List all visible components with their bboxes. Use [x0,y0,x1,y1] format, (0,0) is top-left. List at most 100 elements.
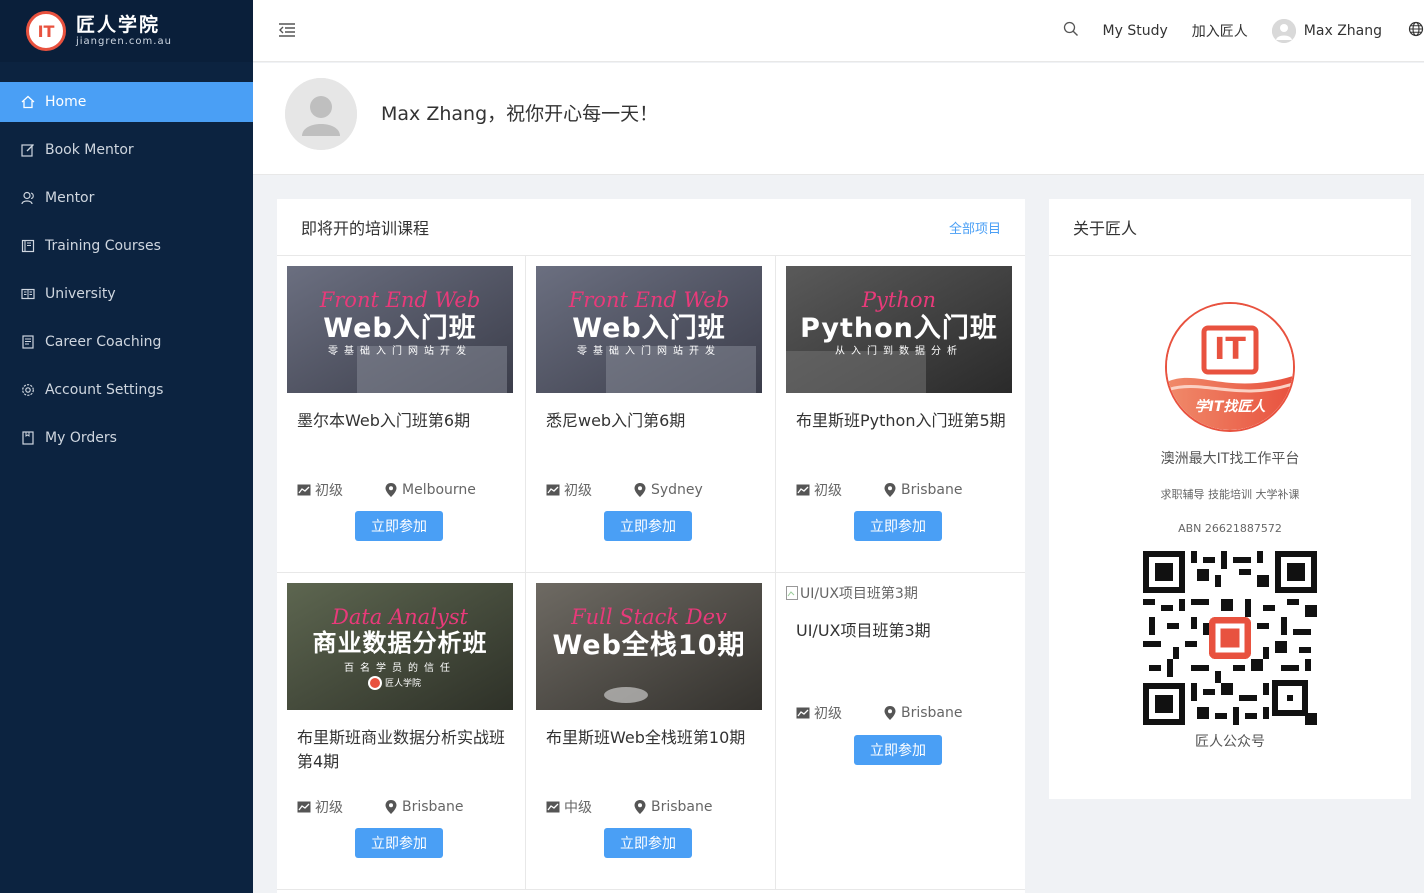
location-pin-icon [884,483,896,497]
thumb-main: Python入门班 [800,313,998,344]
sidebar-item-mentor[interactable]: Mentor [0,178,253,218]
course-location: Melbourne [385,480,476,500]
course-thumbnail[interactable]: Python Python入门班 从入门到数据分析 [786,266,1012,393]
join-course-button[interactable]: 立即参加 [854,511,942,541]
globe-icon[interactable] [1408,21,1424,41]
panel-title: 关于匠人 [1073,219,1138,238]
brand-logo-mark: IT [1214,332,1246,367]
panel-title: 即将开的培训课程 [301,219,430,238]
chart-icon [297,484,311,496]
about-body: IT 学IT找匠人 澳洲最大IT找工作平台 求职辅导 技能培训 大学补课 ABN… [1049,302,1411,751]
logo-name-cn: 匠人学院 [76,14,161,36]
sidebar-item-label: Book Mentor [45,142,134,158]
course-meta: 初级 Brisbane [796,480,963,500]
menu-fold-icon[interactable] [277,20,297,40]
document-icon [21,335,35,349]
join-course-button[interactable]: 立即参加 [604,511,692,541]
location-text: Brisbane [901,482,963,498]
sidebar-item-label: Account Settings [45,382,164,398]
sidebar-item-career-coaching[interactable]: Career Coaching [0,322,253,362]
join-course-button[interactable]: 立即参加 [604,828,692,858]
home-icon [21,95,35,109]
course-card: Front End Web Web入门班 零基础入门网站开发 墨尔本Web入门班… [277,256,526,573]
sidebar-item-university[interactable]: University [0,274,253,314]
join-course-button[interactable]: 立即参加 [355,511,443,541]
search-icon[interactable] [1063,21,1079,41]
user-name: Max Zhang [1303,23,1382,39]
course-level: 初级 [796,703,884,723]
all-courses-link[interactable]: 全部项目 [949,218,1001,237]
broken-image-icon [786,586,798,600]
course-meta: 初级 Melbourne [297,480,476,500]
user-menu[interactable]: Max Zhang [1271,19,1382,43]
brand-logo: IT 学IT找匠人 [1165,302,1295,432]
course-card: Python Python入门班 从入门到数据分析 布里斯班Python入门班第… [776,256,1025,573]
about-panel: 关于匠人 IT 学IT找匠人 澳洲最大IT找工作平台 求职辅导 技能培训 大学补… [1049,199,1411,799]
avatar [1271,19,1296,43]
course-title[interactable]: 布里斯班商业数据分析实战班第4期 [287,726,515,798]
clipboard-icon [21,431,35,445]
logo-mark-text: IT [37,21,55,41]
thumb-sub: 百名学员的信任 [344,663,456,674]
brand-logo-slogan: 学IT找匠人 [1194,399,1266,415]
chart-icon [546,801,560,813]
thumb-sub: 零基础入门网站开发 [328,346,472,357]
join-link[interactable]: 加入匠人 [1192,21,1248,41]
course-thumbnail[interactable]: Front End Web Web入门班 零基础入门网站开发 [287,266,513,393]
course-thumbnail[interactable]: UI/UX项目班第3期 [786,583,1015,603]
location-text: Sydney [651,482,703,498]
gear-icon [21,383,35,397]
sidebar-item-book-mentor[interactable]: Book Mentor [0,130,253,170]
logo[interactable]: IT 匠人学院 jiangren.com.au [0,0,253,62]
book-icon [21,239,35,253]
thumb-main: 商业数据分析班 [312,629,488,657]
location-text: Melbourne [402,482,476,498]
sidebar-item-label: Training Courses [45,238,161,254]
level-text: 中级 [564,800,592,816]
sidebar-item-home[interactable]: Home [0,82,253,122]
join-course-button[interactable]: 立即参加 [854,735,942,765]
top-header: My Study 加入匠人 Max Zhang [253,0,1424,62]
level-text: 初级 [315,800,343,816]
location-pin-icon [385,483,397,497]
course-level: 初级 [297,797,385,817]
course-title[interactable]: 布里斯班Python入门班第5期 [786,409,1015,481]
course-title[interactable]: 墨尔本Web入门班第6期 [287,409,515,481]
location-text: Brisbane [901,705,963,721]
course-level: 初级 [796,480,884,500]
logo-mark: IT [26,11,66,51]
course-title[interactable]: 布里斯班Web全栈班第10期 [536,726,765,798]
panel-header: 关于匠人 [1049,199,1411,256]
thumb-main: Web全栈10期 [552,630,746,661]
sidebar-item-my-orders[interactable]: My Orders [0,418,253,458]
course-thumbnail[interactable]: Front End Web Web入门班 零基础入门网站开发 [536,266,762,393]
qr-caption: 匠人公众号 [1195,734,1265,750]
sidebar-item-account-settings[interactable]: Account Settings [0,370,253,410]
course-title[interactable]: 悉尼web入门第6期 [536,409,765,481]
sidebar: IT 匠人学院 jiangren.com.au Home Book Mentor… [0,0,253,893]
course-level: 初级 [546,480,634,500]
course-thumbnail[interactable]: Full Stack Dev Web全栈10期 [536,583,762,710]
course-card: Data Analyst 商业数据分析班 百名学员的信任 匠人学院 布里斯班商业… [277,573,526,890]
sidebar-item-training-courses[interactable]: Training Courses [0,226,253,266]
welcome-text: Max Zhang，祝你开心每一天！ [381,103,659,125]
sidebar-nav: Home Book Mentor Mentor Training Courses… [0,82,253,458]
chart-icon [796,707,810,719]
join-course-button[interactable]: 立即参加 [355,828,443,858]
location-pin-icon [634,483,646,497]
course-meta: 初级 Brisbane [297,797,464,817]
my-study-link[interactable]: My Study [1103,23,1168,39]
sidebar-item-label: University [45,286,116,302]
course-title[interactable]: UI/UX项目班第3期 [786,619,1015,679]
avatar [285,78,357,150]
course-location: Brisbane [385,797,464,817]
course-meta: 中级 Brisbane [546,797,713,817]
sidebar-item-label: My Orders [45,430,117,446]
courses-panel: 即将开的培训课程 全部项目 Front End Web Web入门班 零基础入门… [277,199,1025,893]
thumb-sub: 零基础入门网站开发 [577,346,721,357]
header-actions: My Study 加入匠人 Max Zhang [1063,0,1424,62]
course-card: Front End Web Web入门班 零基础入门网站开发 悉尼web入门第6… [526,256,776,573]
course-thumbnail[interactable]: Data Analyst 商业数据分析班 百名学员的信任 匠人学院 [287,583,513,710]
thumb-main: Web入门班 [323,313,477,344]
level-text: 初级 [315,483,343,499]
